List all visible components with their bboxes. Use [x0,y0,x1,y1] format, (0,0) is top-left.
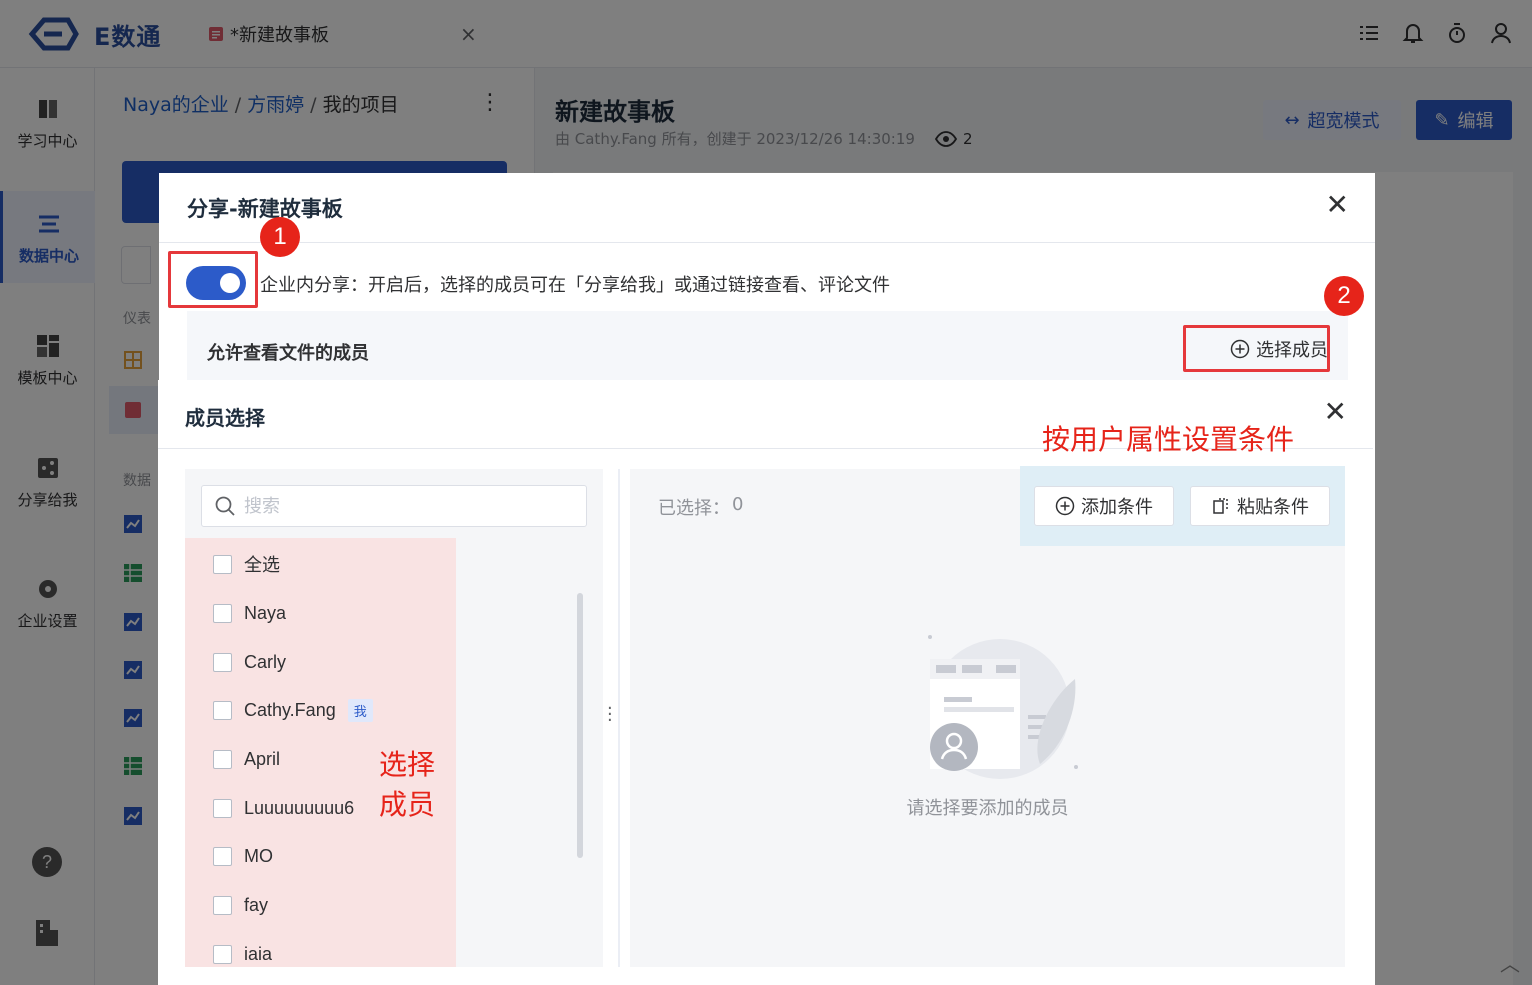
selected-count: 已选择： 0 [658,494,743,520]
select-all-row[interactable]: 全选 [213,550,280,578]
annotation-conditions: 按用户属性设置条件 [1042,423,1295,456]
member-name: Naya [244,602,287,623]
member-row[interactable]: iaia [213,940,272,967]
step-marker-1: 1 [260,217,300,257]
share-description: 企业内分享：开启后，选择的成员可在「分享给我」或通过链接查看、评论文件 [260,275,890,296]
member-list-panel: 全选 Naya Carly Cathy.Fang 我 April Luuu [185,469,603,967]
select-all-label: 全选 [244,555,280,575]
member-checkbox[interactable] [213,700,232,720]
me-badge: 我 [347,698,373,722]
member-dialog-title: 成员选择 [185,406,265,430]
member-dialog-close-icon[interactable]: ✕ [1324,398,1347,426]
paste-condition-button[interactable]: 粘贴条件 [1190,486,1330,526]
member-list-scrollbar[interactable] [577,593,583,858]
highlight-box-toggle [168,251,258,308]
member-search-input[interactable] [244,495,564,517]
paste-icon [1213,498,1228,514]
member-select-dialog: 成员选择 ✕ 按用户属性设置条件 全选 Naya Carly Cathy.Fan… [158,380,1373,985]
member-name: Carly [244,651,287,672]
member-checkbox[interactable] [213,944,232,964]
permission-bar: 允许查看文件的成员 选择成员 [187,311,1348,391]
member-checkbox[interactable] [213,895,232,915]
member-checkbox[interactable] [213,846,232,866]
member-name: iaia [244,943,273,964]
panel-splitter[interactable] [618,469,620,967]
member-row[interactable]: Luuuuuuuuu6 [213,794,354,822]
add-condition-button[interactable]: 添加条件 [1034,486,1174,526]
member-name: fay [244,894,269,915]
permission-label: 允许查看文件的成员 [207,343,369,364]
plus-circle-icon [1055,496,1075,516]
member-checkbox[interactable] [213,603,232,623]
empty-state-text: 请选择要添加的成员 [906,798,1069,819]
member-name: Luuuuuuuuu6 [244,797,355,818]
condition-area: 添加条件 粘贴条件 [1020,466,1345,546]
member-checkbox[interactable] [213,652,232,672]
member-checkbox[interactable] [213,749,232,769]
selected-label: 已选择： [658,498,730,519]
share-dialog-title: 分享-新建故事板 [187,197,343,221]
member-row[interactable]: Cathy.Fang 我 [213,696,373,724]
member-row[interactable]: MO [213,842,273,870]
add-condition-label: 添加条件 [1081,497,1153,518]
member-row[interactable]: April [213,745,280,773]
splitter-handle-icon[interactable]: · · · [607,700,613,730]
member-row[interactable]: fay [213,891,268,919]
member-list: 全选 Naya Carly Cathy.Fang 我 April Luuuuuu… [185,538,456,967]
member-name: Cathy.Fang [244,699,336,720]
member-row[interactable]: Carly [213,648,286,676]
paste-condition-label: 粘贴条件 [1237,497,1309,518]
share-dialog-header: 分享-新建故事板 ✕ [159,173,1375,243]
search-icon [215,496,235,516]
member-name: MO [244,845,273,866]
step-marker-2: 2 [1324,276,1364,316]
select-all-checkbox[interactable] [213,554,232,574]
empty-state-illustration [928,635,1078,779]
selected-count-value: 0 [732,494,744,515]
member-search[interactable] [201,485,587,527]
annotation-select-members: 选择成员 [379,748,436,821]
share-dialog-close-icon[interactable]: ✕ [1326,191,1349,219]
member-name: April [244,748,281,769]
member-row[interactable]: Naya [213,599,286,627]
highlight-box-select-members [1183,325,1330,372]
member-checkbox[interactable] [213,798,232,818]
selected-panel: 已选择： 0 添加条件 粘贴条件 请选择要添加的成员 [630,466,1345,967]
